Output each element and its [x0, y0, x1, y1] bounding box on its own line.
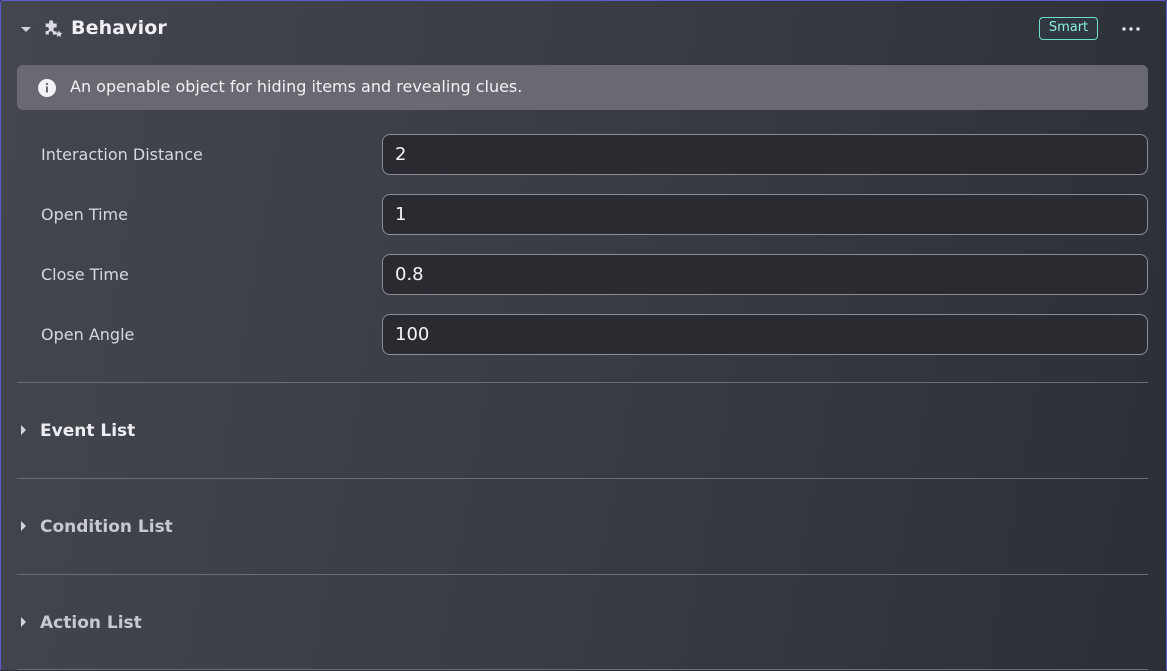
divider — [17, 669, 1148, 670]
event-list-section[interactable]: Event List — [1, 411, 1166, 451]
info-circle-icon — [38, 79, 56, 97]
open-time-input[interactable] — [382, 194, 1148, 235]
info-banner: An openable object for hiding items and … — [17, 65, 1148, 110]
event-list-label: Event List — [40, 421, 136, 441]
open-angle-input[interactable] — [382, 314, 1148, 355]
smart-badge: Smart — [1039, 17, 1098, 40]
panel-header[interactable]: Behavior Smart — [1, 1, 1166, 57]
divider — [17, 574, 1148, 575]
condition-list-section[interactable]: Condition List — [1, 507, 1166, 547]
caret-down-icon[interactable] — [21, 27, 31, 32]
action-list-label: Action List — [40, 613, 142, 633]
more-horizontal-icon[interactable] — [1120, 19, 1142, 39]
behavior-panel: Behavior Smart An openable object for hi… — [0, 0, 1167, 670]
caret-right-icon[interactable] — [21, 521, 26, 531]
close-time-input[interactable] — [382, 254, 1148, 295]
close-time-label: Close Time — [41, 265, 129, 284]
interaction-distance-label: Interaction Distance — [41, 145, 203, 164]
caret-right-icon[interactable] — [21, 425, 26, 435]
divider — [17, 382, 1148, 383]
info-text: An openable object for hiding items and … — [70, 77, 523, 96]
action-list-section[interactable]: Action List — [1, 603, 1166, 643]
panel-title: Behavior — [71, 17, 167, 39]
condition-list-label: Condition List — [40, 517, 173, 537]
open-angle-label: Open Angle — [41, 325, 135, 344]
divider — [17, 478, 1148, 479]
interaction-distance-input[interactable] — [382, 134, 1148, 175]
puzzle-piece-icon — [45, 20, 63, 37]
open-time-label: Open Time — [41, 205, 128, 224]
caret-right-icon[interactable] — [21, 617, 26, 627]
